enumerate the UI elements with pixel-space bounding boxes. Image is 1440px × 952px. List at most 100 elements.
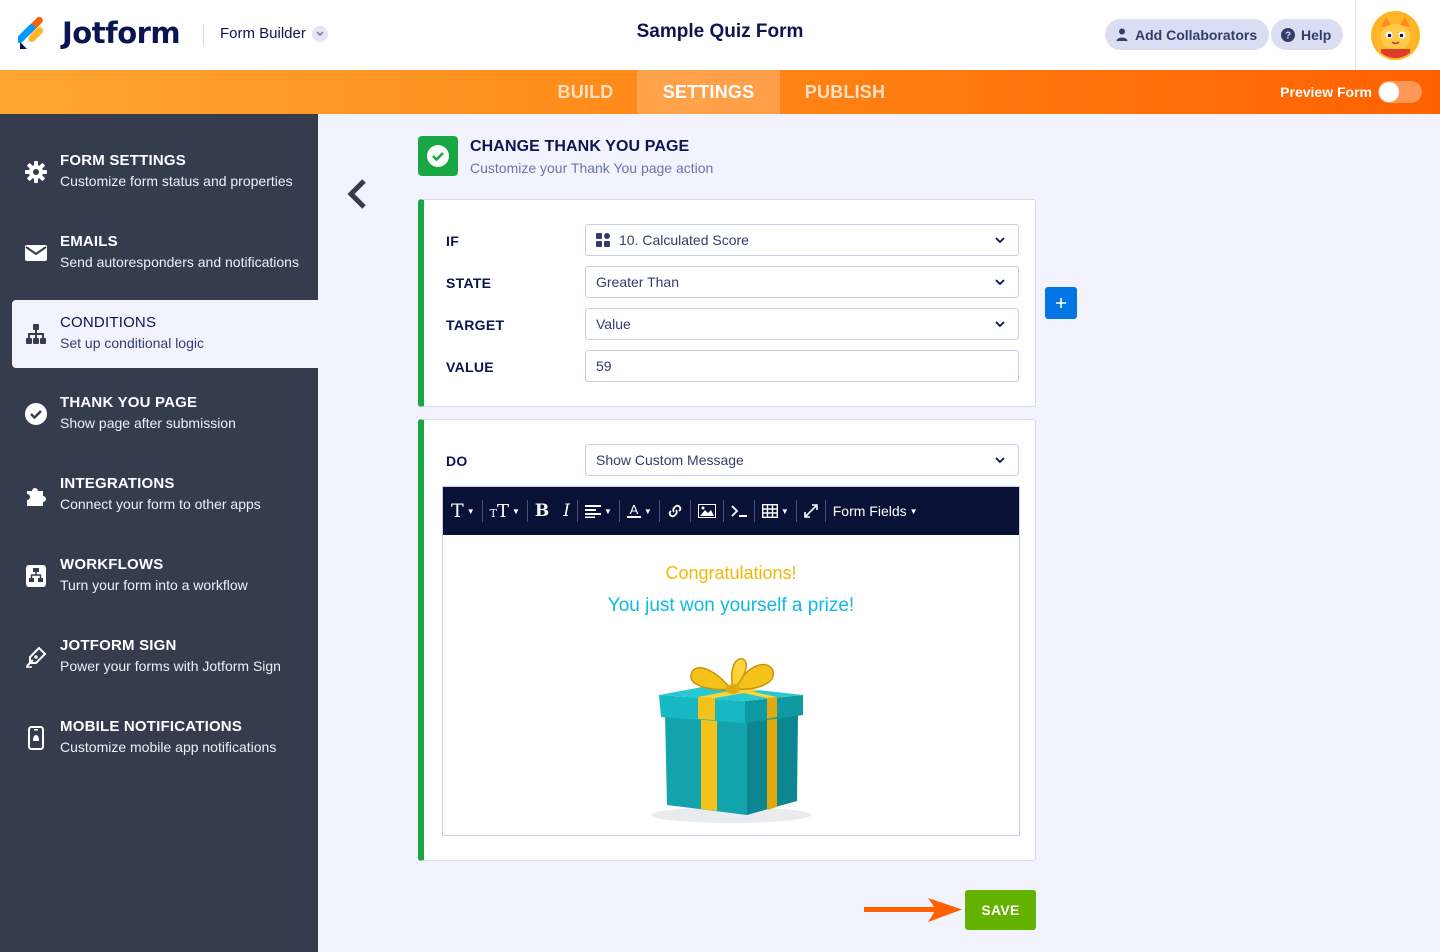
prize-message-text: You just won yourself a prize! (607, 595, 855, 616)
jotform-logo[interactable]: Jotform (16, 16, 181, 50)
sidebar-item-integrations[interactable]: INTEGRATIONS Connect your form to other … (0, 461, 318, 529)
form-fields-dropdown[interactable]: Form Fields ▼ (833, 487, 918, 535)
condition-subtitle: Customize your Thank You page action (470, 160, 714, 176)
condition-type-icon (418, 136, 458, 176)
main-nav: BUILD SETTINGS PUBLISH Preview Form (0, 70, 1440, 114)
congratulations-text: Congratulations! (665, 563, 797, 583)
if-condition-card: IF 10. Calculated Score STATE Greater Th… (418, 199, 1036, 407)
sitemap-icon (24, 322, 48, 346)
fullscreen-button[interactable] (803, 487, 818, 535)
sidebar-item-emails[interactable]: EMAILS Send autoresponders and notificat… (0, 219, 318, 287)
sidebar-item-subtitle: Power your forms with Jotform Sign (60, 658, 281, 674)
add-condition-button[interactable] (1045, 287, 1077, 319)
sidebar-item-title: CONDITIONS (60, 314, 157, 331)
sidebar-item-form-settings[interactable]: FORM SETTINGS Customize form status and … (0, 138, 318, 206)
sidebar-item-title: MOBILE NOTIFICATIONS (60, 718, 243, 735)
tab-settings-label: SETTINGS (662, 81, 755, 102)
toggle-knob (1379, 82, 1399, 102)
font-size-button[interactable]: TT ▼ (490, 487, 520, 535)
tab-settings[interactable]: SETTINGS (637, 70, 780, 114)
do-action-select[interactable]: Show Custom Message (585, 444, 1019, 476)
editor-toolbar: T ▼ TT ▼ B I ▼ A ▼ ▼ Form Fields ▼ (443, 487, 1019, 535)
gear-icon (24, 160, 48, 184)
condition-title: CHANGE THANK YOU PAGE (470, 138, 690, 155)
workflow-icon (24, 564, 48, 588)
table-button[interactable]: ▼ (761, 487, 789, 535)
code-button[interactable] (731, 487, 747, 535)
save-button[interactable]: SAVE (965, 890, 1036, 930)
state-select[interactable]: Greater Than (585, 266, 1019, 298)
bold-icon: B (534, 501, 550, 521)
font-family-button[interactable]: T ▼ (451, 487, 475, 535)
text-color-icon: A (626, 503, 641, 518)
puzzle-icon (24, 483, 48, 507)
preview-form-toggle[interactable] (1378, 81, 1422, 103)
link-button[interactable] (667, 487, 683, 535)
help-label: Help (1301, 26, 1332, 43)
text-color-button[interactable]: A ▼ (626, 487, 652, 535)
bold-button[interactable]: B (535, 487, 549, 535)
tab-build-label: BUILD (557, 81, 614, 102)
image-icon (697, 504, 716, 518)
state-label: STATE (446, 275, 492, 291)
form-fields-label: Form Fields (832, 503, 907, 519)
font-icon: T (451, 500, 464, 522)
sidebar-item-title: INTEGRATIONS (60, 475, 175, 492)
tab-build[interactable]: BUILD (534, 70, 637, 114)
align-left-icon (584, 504, 601, 518)
if-field-value: 10. Calculated Score (619, 232, 749, 248)
toolbar-separator (795, 500, 797, 522)
sidebar-item-conditions[interactable]: CONDITIONS Set up conditional logic (12, 300, 318, 368)
if-field-select[interactable]: 10. Calculated Score (585, 224, 1019, 256)
tab-publish[interactable]: PUBLISH (780, 70, 910, 114)
sidebar-item-title: WORKFLOWS (60, 556, 164, 573)
editor-content[interactable]: Congratulations! You just won yourself a… (443, 535, 1019, 835)
value-input-text: 59 (596, 358, 612, 374)
mobile-bell-icon (24, 726, 48, 750)
header-separator (1355, 0, 1356, 70)
align-button[interactable]: ▼ (584, 487, 612, 535)
sidebar-item-subtitle: Send autoresponders and notifications (60, 254, 299, 270)
italic-button[interactable]: I (563, 487, 570, 535)
form-builder-dropdown[interactable]: Form Builder (220, 25, 328, 42)
gift-box-image (643, 655, 819, 825)
sidebar-item-subtitle: Customize mobile app notifications (60, 739, 277, 755)
sidebar-item-subtitle: Turn your form into a workflow (60, 577, 248, 593)
sidebar-item-jotform-sign[interactable]: JOTFORM SIGN Power your forms with Jotfo… (0, 623, 318, 691)
question-circle-icon: ? (1281, 27, 1295, 42)
if-label: IF (446, 233, 460, 249)
help-button[interactable]: ? Help (1271, 19, 1344, 50)
chevron-down-icon (994, 276, 1006, 288)
brand-name: Jotform (62, 16, 181, 50)
chevron-down-icon (994, 454, 1006, 466)
sidebar-item-title: JOTFORM SIGN (60, 637, 177, 654)
sidebar-item-title: FORM SETTINGS (60, 152, 186, 169)
sidebar-item-subtitle: Set up conditional logic (60, 335, 204, 351)
add-collaborators-button[interactable]: Add Collaborators (1105, 19, 1270, 50)
terminal-icon (731, 505, 747, 517)
do-action-value: Show Custom Message (596, 452, 744, 468)
sidebar-item-subtitle: Customize form status and properties (60, 173, 293, 189)
back-chevron-icon[interactable] (344, 176, 370, 212)
chevron-down-icon (994, 318, 1006, 330)
link-icon (668, 504, 682, 518)
toolbar-separator (658, 500, 660, 522)
toolbar-separator (618, 500, 620, 522)
form-title[interactable]: Sample Quiz Form (637, 21, 804, 42)
top-header: Jotform Form Builder Sample Quiz Form Ad… (0, 0, 1440, 70)
expand-icon (803, 504, 818, 518)
user-avatar[interactable] (1371, 11, 1420, 60)
sidebar-item-workflows[interactable]: WORKFLOWS Turn your form into a workflow (0, 542, 318, 610)
sidebar-item-thank-you-page[interactable]: THANK YOU PAGE Show page after submissio… (0, 380, 318, 448)
sidebar-item-mobile-notifications[interactable]: MOBILE NOTIFICATIONS Customize mobile ap… (0, 704, 318, 772)
toolbar-separator (576, 500, 578, 522)
value-input[interactable]: 59 (585, 350, 1019, 382)
sidebar-item-subtitle: Show page after submission (60, 415, 236, 431)
settings-sidebar: FORM SETTINGS Customize form status and … (0, 114, 318, 952)
insert-image-button[interactable] (697, 487, 716, 535)
field-type-icon (596, 233, 610, 247)
table-icon (761, 504, 778, 518)
check-circle-icon (24, 402, 48, 426)
user-icon (1115, 28, 1129, 42)
target-select[interactable]: Value (585, 308, 1019, 340)
